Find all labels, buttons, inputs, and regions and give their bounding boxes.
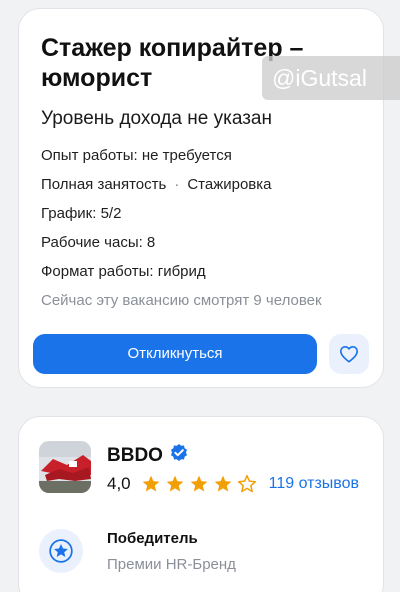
employment-type-text: Полная занятость <box>41 176 167 193</box>
employment-row: Полная занятость · Стажировка <box>41 175 272 195</box>
rating-value: 4,0 <box>107 474 131 493</box>
star-empty-icon <box>237 474 256 493</box>
star-filled-icon <box>214 475 231 492</box>
salary-text: Уровень дохода не указан <box>41 108 272 129</box>
award-badge <box>39 529 83 573</box>
experience-text: Опыт работы: не требуется <box>41 147 232 164</box>
star-filled-icon <box>142 475 159 492</box>
employment-kind-text: Стажировка <box>187 176 272 193</box>
schedule-text: График: 5/2 <box>41 205 122 222</box>
employer-name[interactable]: BBDO <box>107 445 163 467</box>
award-title: Победитель <box>107 530 198 547</box>
reviews-link[interactable]: 119 отзывов <box>269 475 359 493</box>
award-subtitle: Премии HR-Бренд <box>107 556 236 573</box>
star-filled-icon <box>190 475 207 492</box>
viewers-text: Сейчас эту вакансию смотрят 9 человек <box>41 292 322 309</box>
employer-name-row: BBDO <box>107 443 189 469</box>
star-badge-icon <box>49 539 73 563</box>
employer-logo[interactable] <box>39 441 91 493</box>
watermark: @iGutsal <box>262 56 400 100</box>
separator-dot: · <box>174 176 180 193</box>
apply-button[interactable]: Откликнуться <box>33 334 317 374</box>
star-filled-icon <box>166 475 183 492</box>
rating-row: 4,0 119 отзывов <box>107 473 359 495</box>
heart-icon <box>340 345 358 363</box>
verified-badge-icon <box>169 443 189 469</box>
work-format-text: Формат работы: гибрид <box>41 263 206 280</box>
hours-text: Рабочие часы: 8 <box>41 234 156 251</box>
favorite-button[interactable] <box>329 334 369 374</box>
employer-card: BBDO 4,0 119 отзывов Победитель Премии H… <box>18 416 384 592</box>
